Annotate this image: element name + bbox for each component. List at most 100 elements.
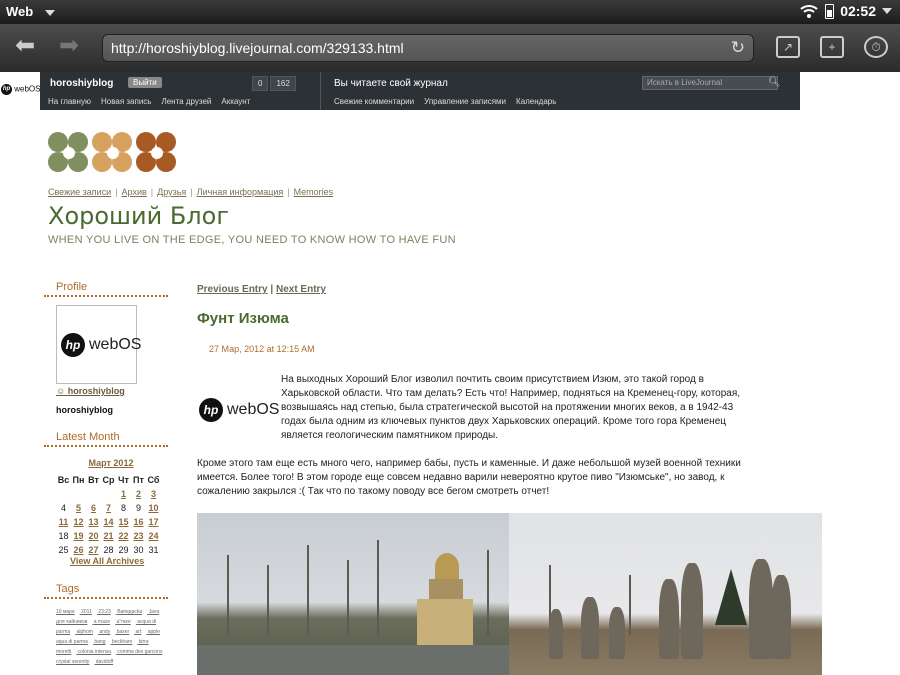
tag-link[interactable]: crystal serenity <box>56 659 89 665</box>
messages-count[interactable]: 0 <box>252 76 269 91</box>
calendar-day: 29 <box>118 545 129 555</box>
blog-title: Хороший Блог <box>48 202 229 230</box>
link-memories[interactable]: Memories <box>294 187 334 197</box>
link-profile[interactable]: Личная информация <box>197 187 284 197</box>
calendar-day: 30 <box>133 545 144 555</box>
new-card-icon[interactable]: + <box>820 36 844 58</box>
calendar-day[interactable]: 19 <box>71 529 86 543</box>
calendar-day: 31 <box>148 545 159 555</box>
next-entry-link[interactable]: Next Entry <box>276 284 326 295</box>
livejournal-bar: horoshiyblog Выйти 0 162 На главную Нова… <box>40 72 800 110</box>
lj-search-input[interactable]: Искать в LiveJournal <box>642 76 778 90</box>
tag-link[interactable]: a maze <box>94 619 110 625</box>
entry-paragraph-1: На выходных Хороший Блог изволил почтить… <box>281 374 741 441</box>
view-all-archives-link[interactable]: View All Archives <box>70 556 144 566</box>
calendar-week: 25 26 27 28 29 30 31 <box>56 543 161 557</box>
flower-icon <box>48 132 90 174</box>
forward-arrow-icon[interactable]: ➡ <box>54 34 84 60</box>
calendar-day <box>101 487 116 501</box>
calendar-day[interactable]: 22 <box>116 529 131 543</box>
nav-friends[interactable]: Лента друзей <box>161 97 211 106</box>
calendar-day[interactable]: 10 <box>146 501 161 515</box>
tag-link[interactable]: baxer <box>117 629 130 635</box>
calendar-day: 18 <box>58 531 69 541</box>
calendar-day[interactable]: 23 <box>131 529 146 543</box>
tag-link[interactable]: comma des garcons <box>117 649 162 655</box>
lj-nav: На главную Новая запись Лента друзей Акк… <box>48 97 250 106</box>
calendar-day-header: Пн <box>72 475 85 485</box>
link-archive[interactable]: Архив <box>122 187 147 197</box>
tag-link[interactable]: art <box>136 629 142 635</box>
tag-link[interactable]: bang <box>94 639 105 645</box>
url-text: http://horoshiyblog.livejournal.com/3291… <box>111 40 404 56</box>
calendar-day[interactable]: 11 <box>56 515 71 529</box>
calendar-day[interactable]: 13 <box>86 515 101 529</box>
calendar-day[interactable]: 1 <box>116 487 131 501</box>
calendar-day[interactable]: 16 <box>131 515 146 529</box>
link-manage[interactable]: Управление записями <box>424 97 506 106</box>
nav-account[interactable]: Аккаунт <box>221 97 250 106</box>
entry-paragraph-2: Кроме этого там еще есть много чего, нап… <box>197 458 741 497</box>
hp-webos-logo: hp webOS <box>199 398 279 422</box>
tag-link[interactable]: davidoff <box>96 659 113 665</box>
calendar-day[interactable]: 14 <box>101 515 116 529</box>
calendar-day-header: Пт <box>133 475 144 485</box>
tag-link[interactable]: apple <box>148 629 160 635</box>
calendar-day[interactable]: 21 <box>101 529 116 543</box>
nav-home[interactable]: На главную <box>48 97 91 106</box>
logout-button[interactable]: Выйти <box>128 77 162 88</box>
back-arrow-icon[interactable]: ⬅ <box>10 34 40 60</box>
url-bar[interactable]: http://horoshiyblog.livejournal.com/3291… <box>102 34 754 62</box>
userpic[interactable]: hp webOS <box>56 305 141 384</box>
calendar-day[interactable]: 2 <box>131 487 146 501</box>
calendar-day-header: Вт <box>88 475 99 485</box>
calendar-day[interactable]: 7 <box>101 501 116 515</box>
tag-link[interactable]: 23:23 <box>98 609 111 615</box>
calendar-day-header: Сб <box>147 475 160 485</box>
calendar-day[interactable]: 20 <box>86 529 101 543</box>
bookmarks-icon[interactable]: ⏱ <box>864 36 888 58</box>
tag-link[interactable]: beckham <box>112 639 132 645</box>
tag-link[interactable]: aqua di parma <box>56 639 88 645</box>
link-comments[interactable]: Свежие комментарии <box>334 97 414 106</box>
entry-date: 27 Мар, 2012 at 12:15 AM <box>209 344 315 354</box>
tag-link[interactable]: a"mee <box>117 619 131 625</box>
share-icon[interactable]: ↗ <box>776 36 800 58</box>
calendar-month-link[interactable]: Март 2012 <box>56 458 166 468</box>
profile-username-link[interactable]: ☺ horoshiyblog <box>56 386 125 396</box>
tag-link[interactable]: alphom <box>77 629 93 635</box>
calendar-day[interactable]: 6 <box>86 501 101 515</box>
app-menu[interactable]: Web <box>6 4 56 19</box>
tag-cloud: 10 марe 2011 23:23 Вапедасkа Java для ча… <box>56 607 168 667</box>
tag-link[interactable]: colonia intensa <box>78 649 111 655</box>
calendar-day[interactable]: 12 <box>71 515 86 529</box>
chevron-down-icon[interactable] <box>882 8 892 14</box>
calendar-day[interactable]: 15 <box>116 515 131 529</box>
status-bar: Web 02:52 <box>0 0 900 24</box>
church-photo[interactable] <box>197 513 509 675</box>
calendar-day[interactable]: 26 <box>71 543 86 557</box>
tag-link[interactable]: 2011 <box>81 609 92 615</box>
hp-webos-logo: hp webOS <box>61 333 141 357</box>
divider <box>320 72 321 110</box>
calendar-day <box>56 487 71 501</box>
search-icon[interactable]: 🔍︎ <box>768 77 781 88</box>
link-friends[interactable]: Друзья <box>157 187 186 197</box>
link-calendar[interactable]: Календарь <box>516 97 556 106</box>
tag-link[interactable]: 10 марe <box>56 609 75 615</box>
tag-link[interactable]: Вапедасkа <box>117 609 142 615</box>
calendar-day[interactable]: 3 <box>146 487 161 501</box>
link-recent[interactable]: Свежие записи <box>48 187 111 197</box>
lj-username[interactable]: horoshiyblog <box>50 78 113 89</box>
calendar-day[interactable]: 17 <box>146 515 161 529</box>
previous-entry-link[interactable]: Previous Entry <box>197 284 268 295</box>
calendar-day[interactable]: 24 <box>146 529 161 543</box>
stone-statues-photo[interactable] <box>509 513 822 675</box>
calendar-day[interactable]: 5 <box>71 501 86 515</box>
calendar-week: 18 19 20 21 22 23 24 <box>56 529 161 543</box>
tag-link[interactable]: andy <box>99 629 110 635</box>
inbox-count[interactable]: 162 <box>270 76 296 91</box>
reload-icon[interactable]: ↻ <box>731 35 745 61</box>
nav-new-entry[interactable]: Новая запись <box>101 97 151 106</box>
calendar-day[interactable]: 27 <box>86 543 101 557</box>
